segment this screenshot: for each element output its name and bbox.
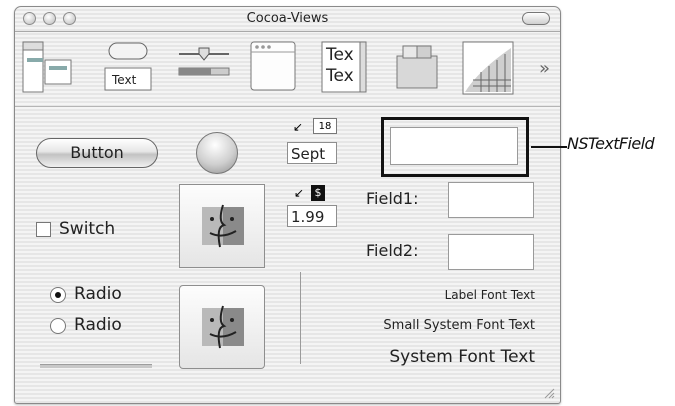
palette-tool-menus[interactable] [21, 40, 73, 96]
radio-label-1: Radio [74, 284, 122, 304]
date-text-field[interactable]: Sept [287, 142, 337, 164]
nstextfield-input[interactable] [390, 127, 518, 165]
arrow-icon: ↙ [293, 120, 304, 134]
finder-icon [202, 204, 244, 248]
palette-overflow-chevron[interactable]: » [539, 58, 550, 79]
field1-label: Field1: [366, 189, 419, 208]
nstextfield-highlight[interactable] [381, 117, 529, 177]
finder-icon [202, 305, 244, 349]
switch-checkbox[interactable] [36, 222, 51, 237]
small-system-font-text: Small System Font Text [383, 318, 535, 333]
currency-text-field[interactable]: 1.99 [287, 205, 337, 227]
window-titlebar[interactable]: Cocoa-Views [15, 7, 560, 32]
vertical-divider [300, 272, 301, 364]
date-stepper-field[interactable]: ↙ 18 Sept [287, 118, 343, 164]
date-badge: 18 [313, 118, 337, 134]
radio-label-2: Radio [74, 315, 122, 335]
containers-icon [396, 45, 438, 89]
currency-stepper-field[interactable]: ↙ $ 1.99 [287, 185, 343, 231]
palette-toolbar: Text Tex Tex » [15, 32, 560, 107]
field2-label: Field2: [366, 241, 419, 260]
buttons-and-text-icon [104, 42, 152, 91]
menu-views-icon [22, 41, 72, 93]
toolbar-toggle-button[interactable] [522, 12, 550, 25]
resize-grip-icon[interactable] [543, 387, 555, 399]
palette-tool-sliders[interactable] [173, 40, 233, 96]
radio-button-1[interactable] [50, 287, 66, 303]
arrow-icon: ↙ [294, 186, 305, 200]
round-button[interactable] [196, 132, 238, 174]
switch-label: Switch [59, 219, 116, 239]
window-icon [250, 41, 296, 91]
aqua-push-button[interactable]: Button [36, 138, 158, 168]
palette-tool-window[interactable] [249, 40, 299, 96]
palette-tool-graphics[interactable] [461, 40, 517, 96]
system-font-text: System Font Text [389, 347, 535, 367]
label-font-text: Label Font Text [444, 288, 535, 302]
field1-input[interactable] [448, 182, 534, 218]
palette-tool-text[interactable]: Tex Tex [320, 40, 370, 96]
slider-progress-icon [178, 47, 230, 76]
currency-badge: $ [311, 185, 325, 201]
palette-text-line-1: Tex [326, 45, 354, 65]
radio-button-2[interactable] [50, 318, 66, 334]
palette-tool-buttons[interactable]: Text [99, 40, 157, 96]
graphics-views-icon [462, 41, 514, 95]
palette-tool-text-label: Text [112, 73, 137, 87]
horizontal-separator [40, 364, 152, 368]
palette-text-line-2: Tex [326, 66, 354, 86]
annotation-line [531, 146, 567, 148]
image-well-1[interactable] [179, 184, 265, 268]
field2-input[interactable] [448, 234, 534, 270]
radio-selected-dot [55, 292, 61, 298]
window-title: Cocoa-Views [246, 11, 329, 26]
image-well-2[interactable] [179, 285, 265, 369]
annotation-label: NSTextField [567, 134, 655, 153]
palette-tool-containers[interactable] [393, 40, 443, 96]
